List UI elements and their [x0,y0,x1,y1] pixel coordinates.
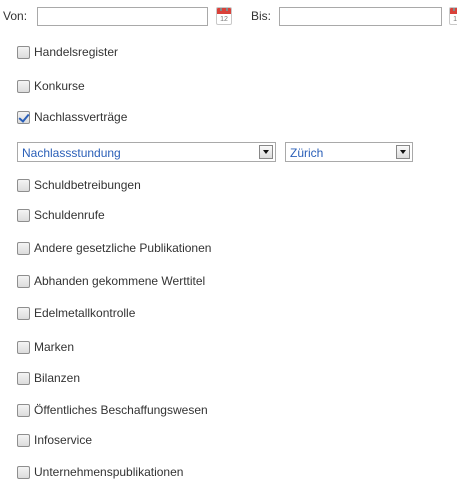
category-unternehmenspublikationen[interactable]: Unternehmenspublikationen [17,464,183,480]
checkbox[interactable] [17,340,30,354]
checkbox[interactable] [17,403,30,417]
checkbox[interactable] [17,306,30,320]
type-select[interactable]: Nachlassstundung [17,142,276,162]
category-label: Marken [34,340,75,354]
category-label: Schuldbetreibungen [34,178,141,192]
category-label: Abhanden gekommene Werttitel [34,274,206,288]
checkbox[interactable] [17,178,30,192]
category-label: Konkurse [34,79,85,93]
category-marken[interactable]: Marken [17,339,74,355]
category-label: Nachlassverträge [34,110,128,124]
from-date-input[interactable] [37,7,208,26]
checkbox[interactable] [17,274,30,288]
category-label: Bilanzen [34,371,81,385]
category-label: Öffentliches Beschaffungswesen [34,403,208,417]
category-label: Edelmetallkontrolle [34,306,136,320]
checkbox-checked[interactable] [17,110,30,124]
checkbox[interactable] [17,45,30,59]
to-label: Bis: [251,9,272,23]
checkbox[interactable] [17,465,30,479]
checkbox[interactable] [17,208,30,222]
category-bilanzen[interactable]: Bilanzen [17,370,80,386]
category-abhanden-werttitel[interactable]: Abhanden gekommene Werttitel [17,273,205,289]
checkbox[interactable] [17,371,30,385]
category-handelsregister[interactable]: Handelsregister [17,44,118,60]
canton-select-value: Zürich [290,146,324,160]
checkbox[interactable] [17,433,30,447]
category-schuldbetreibungen[interactable]: Schuldbetreibungen [17,177,141,193]
chevron-down-icon[interactable] [259,145,273,159]
category-label: Handelsregister [34,45,119,59]
category-label: Schuldenrufe [34,208,105,222]
category-beschaffungswesen[interactable]: Öffentliches Beschaffungswesen [17,402,208,418]
category-andere-publikationen[interactable]: Andere gesetzliche Publikationen [17,240,211,256]
checkbox[interactable] [17,241,30,255]
category-label: Infoservice [34,433,93,447]
category-edelmetallkontrolle[interactable]: Edelmetallkontrolle [17,305,135,321]
canton-select[interactable]: Zürich [285,142,413,162]
checkbox[interactable] [17,79,30,93]
category-schuldenrufe[interactable]: Schuldenrufe [17,207,105,223]
from-label: Von: [3,9,28,23]
category-infoservice[interactable]: Infoservice [17,432,92,448]
category-konkurse[interactable]: Konkurse [17,78,85,94]
to-calendar-icon[interactable]: 12 [449,7,457,25]
chevron-down-icon[interactable] [396,145,410,159]
type-select-value: Nachlassstundung [22,146,121,160]
category-label: Unternehmenspublikationen [34,465,184,479]
from-calendar-icon[interactable]: 12 [216,7,232,25]
category-label: Andere gesetzliche Publikationen [34,241,212,255]
to-date-input[interactable] [279,7,442,26]
date-range-filter: Von: 12 Bis: 12 [0,6,457,26]
category-nachlassvertraege[interactable]: Nachlassverträge [17,109,127,125]
